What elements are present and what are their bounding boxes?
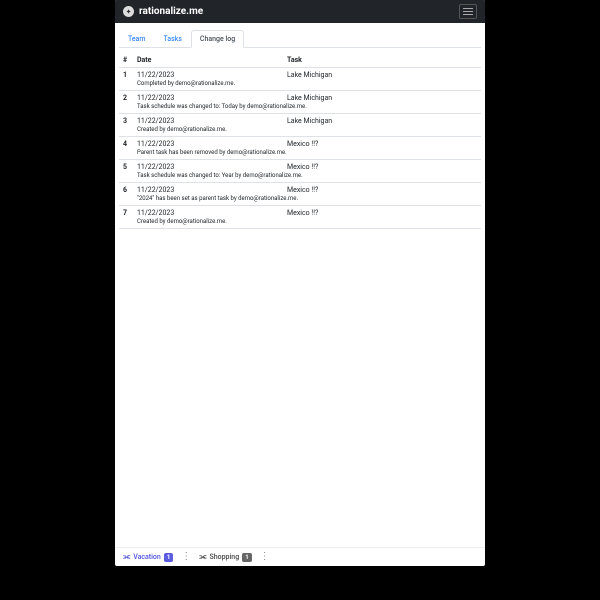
row-date: 11/22/2023 [133, 68, 283, 81]
row-detail: Parent task has been removed by demo@rat… [119, 149, 481, 160]
app-window: ✦ rationalize.me TeamTasksChange log # D… [115, 0, 485, 566]
row-task: Lake Michigan [283, 68, 481, 81]
row-num: 7 [119, 206, 133, 219]
brand-text: rationalize.me [139, 6, 203, 17]
row-task: Mexico !!? [283, 137, 481, 150]
chip-label: Shopping [209, 553, 239, 561]
table-row-detail: Task schedule was changed to: Year by de… [119, 172, 481, 183]
row-date: 11/22/2023 [133, 183, 283, 196]
content: TeamTasksChange log # Date Task 111/22/2… [115, 23, 485, 547]
chip-badge: 1 [164, 553, 173, 562]
table-row[interactable]: 711/22/2023Mexico !!? [119, 206, 481, 219]
more-icon[interactable]: ⋮ [258, 552, 272, 562]
col-task: Task [283, 53, 481, 68]
changelog-table: # Date Task 111/22/2023Lake MichiganComp… [119, 53, 481, 229]
row-date: 11/22/2023 [133, 114, 283, 127]
table-row-detail: Completed by demo@rationalize.me. [119, 80, 481, 91]
row-task: Mexico !!? [283, 206, 481, 219]
row-num: 1 [119, 68, 133, 81]
share-icon: ⫘ [123, 552, 130, 562]
table-row-detail: Parent task has been removed by demo@rat… [119, 149, 481, 160]
row-date: 11/22/2023 [133, 206, 283, 219]
footer-chip-vacation[interactable]: ⫘Vacation1 [123, 552, 173, 562]
row-task: Lake Michigan [283, 91, 481, 104]
table-row-detail: Task schedule was changed to: Today by d… [119, 103, 481, 114]
chip-label: Vacation [133, 553, 161, 561]
chip-badge: 1 [242, 553, 251, 562]
table-row[interactable]: 311/22/2023Lake Michigan [119, 114, 481, 127]
footer: ⫘Vacation1⋮⫘Shopping1⋮ [115, 547, 485, 566]
col-num: # [119, 53, 133, 68]
tab-change-log[interactable]: Change log [191, 30, 244, 48]
col-date: Date [133, 53, 283, 68]
row-detail: Task schedule was changed to: Year by de… [119, 172, 481, 183]
table-header-row: # Date Task [119, 53, 481, 68]
row-task: Lake Michigan [283, 114, 481, 127]
row-detail: Completed by demo@rationalize.me. [119, 80, 481, 91]
row-detail: Created by demo@rationalize.me. [119, 126, 481, 137]
row-date: 11/22/2023 [133, 160, 283, 173]
footer-chip-shopping[interactable]: ⫘Shopping1 [199, 552, 251, 562]
row-num: 4 [119, 137, 133, 150]
header: ✦ rationalize.me [115, 0, 485, 23]
row-num: 6 [119, 183, 133, 196]
row-detail: "2024" has been set as parent task by de… [119, 195, 481, 206]
menu-icon[interactable] [459, 4, 477, 19]
table-row[interactable]: 411/22/2023Mexico !!? [119, 137, 481, 150]
share-icon: ⫘ [199, 552, 206, 562]
row-task: Mexico !!? [283, 183, 481, 196]
brand[interactable]: ✦ rationalize.me [123, 6, 203, 17]
row-num: 5 [119, 160, 133, 173]
row-num: 2 [119, 91, 133, 104]
row-detail: Created by demo@rationalize.me. [119, 218, 481, 229]
row-task: Mexico !!? [283, 160, 481, 173]
row-detail: Task schedule was changed to: Today by d… [119, 103, 481, 114]
table-row-detail: "2024" has been set as parent task by de… [119, 195, 481, 206]
tab-team[interactable]: Team [119, 30, 155, 48]
row-date: 11/22/2023 [133, 137, 283, 150]
row-date: 11/22/2023 [133, 91, 283, 104]
tab-tasks[interactable]: Tasks [155, 30, 191, 48]
more-icon[interactable]: ⋮ [179, 552, 193, 562]
brand-icon: ✦ [123, 6, 134, 17]
table-row[interactable]: 611/22/2023Mexico !!? [119, 183, 481, 196]
table-row-detail: Created by demo@rationalize.me. [119, 126, 481, 137]
table-row[interactable]: 511/22/2023Mexico !!? [119, 160, 481, 173]
table-row[interactable]: 211/22/2023Lake Michigan [119, 91, 481, 104]
tabs: TeamTasksChange log [119, 30, 481, 48]
table-row-detail: Created by demo@rationalize.me. [119, 218, 481, 229]
row-num: 3 [119, 114, 133, 127]
table-row[interactable]: 111/22/2023Lake Michigan [119, 68, 481, 81]
